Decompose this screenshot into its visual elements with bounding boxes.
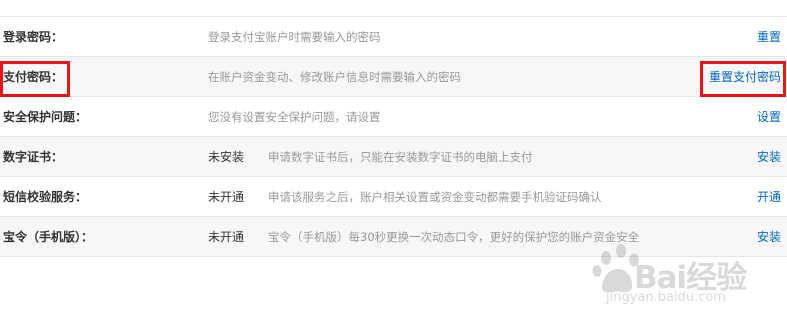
payment-password-description: 在账户资金变动、修改账户信息时需要输入的密码 <box>208 70 461 84</box>
install-mobile-token-link[interactable]: 安装 <box>757 217 781 257</box>
row-mobile-token: 宝令（手机版）： 未开通 宝令（手机版）每30秒更换一次动态口令，更好的保护您的… <box>0 217 787 257</box>
digital-certificate-status: 未安装 <box>208 150 245 164</box>
watermark-url-text: jingyan.baidu.com <box>606 290 726 305</box>
row-payment-password: 支付密码： 在账户资金变动、修改账户信息时需要输入的密码 重置支付密码 <box>0 57 787 97</box>
digital-certificate-label: 数字证书： <box>3 150 64 164</box>
reset-payment-password-link[interactable]: 重置支付密码 <box>709 57 781 97</box>
sms-verification-label: 短信校验服务： <box>3 190 88 204</box>
row-sms-verification: 短信校验服务： 未开通 申请该服务之后，账户相关设置或资金变动都需要手机验证码确… <box>0 177 787 217</box>
digital-certificate-description: 申请数字证书后，只能在安装数字证书的电脑上支付 <box>268 150 533 164</box>
watermark-logo-text: Bai经验 <box>634 260 747 296</box>
install-certificate-link[interactable]: 安装 <box>757 137 781 177</box>
row-security-question: 安全保护问题： 您没有设置安全保护问题，请设置 设置 <box>0 97 787 137</box>
enable-sms-link[interactable]: 开通 <box>757 177 781 217</box>
security-settings-table: 登录密码： 登录支付宝账户时需要输入的密码 重置 支付密码： 在账户资金变动、修… <box>0 16 787 257</box>
security-question-description: 您没有设置安全保护问题，请设置 <box>208 110 381 124</box>
login-password-description: 登录支付宝账户时需要输入的密码 <box>208 30 381 44</box>
sms-verification-status: 未开通 <box>208 190 245 204</box>
security-question-label: 安全保护问题： <box>3 110 88 124</box>
mobile-token-description: 宝令（手机版）每30秒更换一次动态口令，更好的保护您的账户资金安全 <box>268 230 640 244</box>
payment-password-label: 支付密码： <box>3 70 64 84</box>
row-login-password: 登录密码： 登录支付宝账户时需要输入的密码 重置 <box>0 17 787 57</box>
mobile-token-label: 宝令（手机版）： <box>3 230 94 244</box>
reset-login-password-link[interactable]: 重置 <box>757 17 781 57</box>
login-password-label: 登录密码： <box>3 30 64 44</box>
mobile-token-status: 未开通 <box>208 230 245 244</box>
sms-verification-description: 申请该服务之后，账户相关设置或资金变动都需要手机验证码确认 <box>268 190 602 204</box>
set-security-question-link[interactable]: 设置 <box>757 97 781 137</box>
row-digital-certificate: 数字证书： 未安装 申请数字证书后，只能在安装数字证书的电脑上支付 安装 <box>0 137 787 177</box>
